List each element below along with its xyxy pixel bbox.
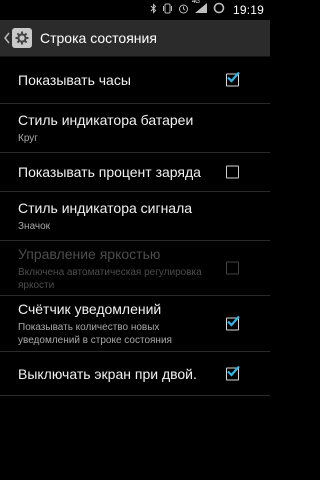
setting-summary: Показывать количество новых уведомлений … (18, 322, 172, 346)
battery-icon (213, 1, 225, 19)
setting-notification-count[interactable]: Счётчик уведомлений Показывать количеств… (0, 296, 270, 352)
page-title: Строка состояния (40, 30, 157, 46)
setting-title: Показывать часы (18, 72, 131, 88)
vibrate-icon (162, 1, 173, 19)
brightness-control-checkbox (226, 261, 239, 275)
setting-title: Выключать экран при двой. (18, 365, 197, 382)
setting-brightness-control: Управление яркостью Включена автоматичес… (0, 241, 270, 296)
bluetooth-icon (150, 1, 157, 19)
setting-title: Управление яркостью (18, 245, 161, 262)
action-bar: Строка состояния (0, 20, 270, 57)
signal-icon: 4G (191, 0, 208, 19)
setting-title: Стиль индикатора батареи (18, 112, 194, 128)
status-time: 19:19 (232, 3, 264, 17)
battery-percent-checkbox[interactable] (226, 165, 239, 179)
setting-battery-style[interactable]: Стиль индикатора батареи Круг (0, 104, 270, 153)
alarm-icon (178, 1, 189, 19)
show-clock-checkbox[interactable] (226, 71, 240, 87)
settings-list: Показывать часы Стиль индикатора батареи… (0, 57, 270, 396)
notification-count-checkbox[interactable] (226, 315, 240, 330)
setting-summary: Включена автоматическая регулировка ярко… (18, 266, 202, 291)
setting-title: Стиль индикатора сигнала (18, 200, 193, 216)
double-tap-off-checkbox[interactable] (226, 365, 240, 380)
setting-show-clock[interactable]: Показывать часы (0, 57, 270, 104)
setting-summary: Круг (18, 133, 38, 144)
gear-icon[interactable] (12, 28, 32, 48)
setting-double-tap-off[interactable]: Выключать экран при двой. (0, 352, 270, 396)
setting-title: Счётчик уведомлений (18, 301, 162, 317)
setting-signal-style[interactable]: Стиль индикатора сигнала Значок (0, 192, 270, 241)
setting-battery-percent[interactable]: Показывать процент заряда (0, 153, 270, 192)
status-bar: 4G 19:19 (0, 0, 270, 20)
setting-title: Показывать процент заряда (18, 164, 201, 180)
network-type-label: 4G (191, 0, 200, 5)
back-chevron-icon[interactable] (2, 20, 12, 56)
setting-summary: Значок (18, 221, 51, 232)
